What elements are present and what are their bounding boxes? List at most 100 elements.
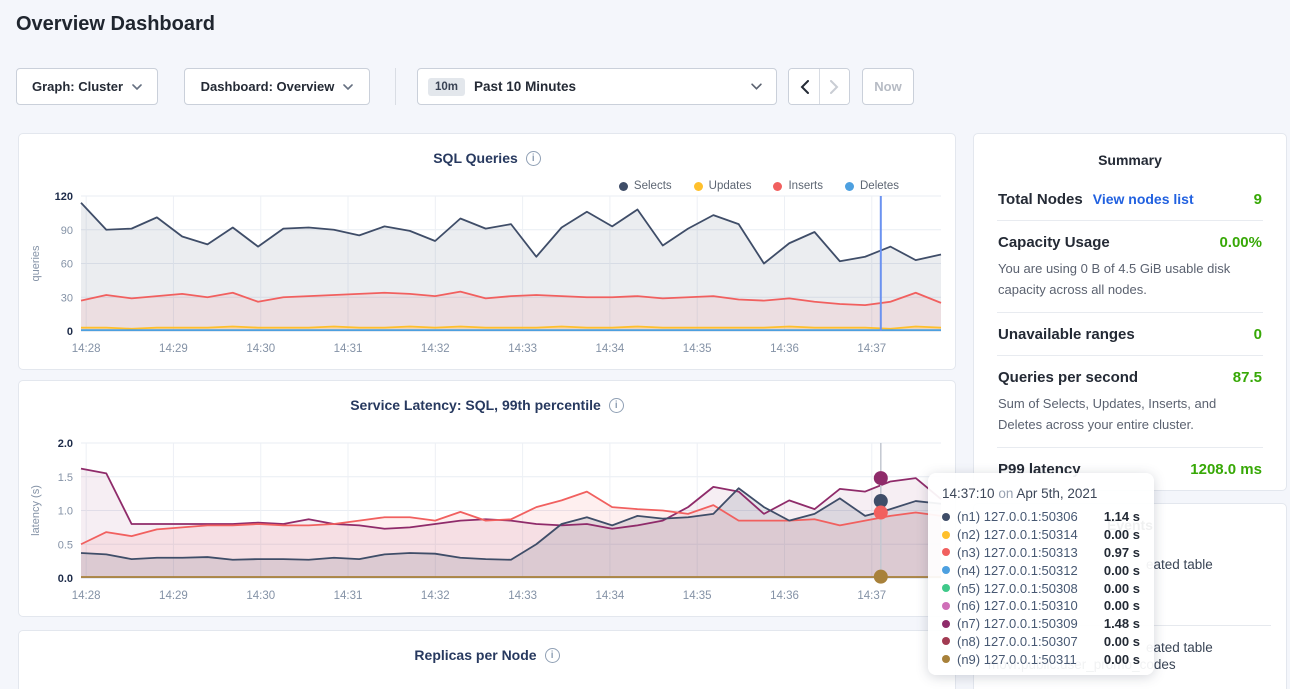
tooltip-node-value: 0.00 s [1104, 527, 1140, 542]
graph-dropdown[interactable]: Graph: Cluster [16, 68, 158, 105]
svg-text:0.5: 0.5 [58, 539, 73, 551]
chart-hover-tooltip: 14:37:10 on Apr 5th, 2021 (n1) 127.0.0.1… [928, 473, 1154, 675]
tooltip-row: (n5) 127.0.0.1:50308 0.00 s [942, 579, 1140, 597]
view-nodes-list-link[interactable]: View nodes list [1093, 191, 1194, 207]
tooltip-node-label: (n4) 127.0.0.1:50312 [957, 563, 1097, 578]
chart-title: Service Latency: SQL, 99th percentile i [19, 397, 955, 413]
svg-text:14:35: 14:35 [683, 590, 712, 602]
tooltip-row: (n1) 127.0.0.1:50306 1.14 s [942, 508, 1140, 526]
time-range-label: Past 10 Minutes [474, 79, 576, 94]
svg-text:1.0: 1.0 [58, 506, 73, 518]
tooltip-time: 14:37:10 [942, 486, 995, 501]
service-latency-card: Service Latency: SQL, 99th percentile i … [18, 380, 956, 617]
svg-text:14:36: 14:36 [770, 343, 799, 355]
tooltip-node-label: (n1) 127.0.0.1:50306 [957, 509, 1097, 524]
controls-divider [395, 68, 396, 105]
node-color-dot [942, 637, 950, 645]
unavailable-ranges-label: Unavailable ranges [998, 326, 1135, 343]
chart-title: Replicas per Node i [19, 647, 955, 663]
svg-text:14:28: 14:28 [72, 590, 101, 602]
tooltip-node-value: 0.00 s [1104, 581, 1140, 596]
node-color-dot [942, 584, 950, 592]
node-color-dot [942, 620, 950, 628]
node-color-dot [942, 566, 950, 574]
svg-text:14:32: 14:32 [421, 590, 450, 602]
summary-row-qps: Queries per second 87.5 Sum of Selects, … [974, 356, 1286, 447]
p99-latency-value: 1208.0 ms [1190, 461, 1262, 478]
chevron-down-icon [343, 84, 353, 90]
tooltip-node-label: (n8) 127.0.0.1:50307 [957, 634, 1097, 649]
tooltip-date: Apr 5th, 2021 [1016, 486, 1097, 501]
svg-text:0: 0 [67, 326, 73, 338]
chevron-right-icon [830, 80, 839, 94]
tooltip-node-value: 0.00 s [1104, 652, 1140, 667]
summary-panel: Summary Total Nodes View nodes list 9 Ca… [973, 133, 1287, 491]
svg-text:30: 30 [61, 292, 73, 304]
node-color-dot [942, 548, 950, 556]
svg-text:2.0: 2.0 [58, 438, 73, 450]
sql-queries-chart[interactable]: 030609012014:2814:2914:3014:3114:3214:33… [27, 186, 949, 364]
node-color-dot [942, 602, 950, 610]
prev-button[interactable] [789, 69, 819, 104]
svg-text:0.0: 0.0 [58, 573, 73, 585]
tooltip-row: (n3) 127.0.0.1:50313 0.97 s [942, 544, 1140, 562]
tooltip-row: (n6) 127.0.0.1:503100.00 s [942, 597, 1140, 615]
chevron-down-icon [132, 84, 142, 90]
svg-text:14:29: 14:29 [159, 343, 188, 355]
tooltip-row: (n8) 127.0.0.1:503070.00 s [942, 633, 1140, 651]
capacity-usage-description: You are using 0 B of 4.5 GiB usable disk… [998, 258, 1262, 300]
svg-text:14:28: 14:28 [72, 343, 101, 355]
total-nodes-value: 9 [1254, 191, 1262, 208]
capacity-usage-label: Capacity Usage [998, 234, 1110, 251]
chevron-down-icon [751, 83, 762, 90]
info-icon[interactable]: i [609, 398, 624, 413]
svg-text:14:31: 14:31 [334, 590, 363, 602]
summary-row-capacity: Capacity Usage 0.00% You are using 0 B o… [974, 221, 1286, 312]
svg-text:14:30: 14:30 [246, 590, 275, 602]
svg-text:14:33: 14:33 [508, 343, 537, 355]
tooltip-node-label: (n2) 127.0.0.1:50314 [957, 527, 1097, 542]
svg-text:14:37: 14:37 [857, 590, 886, 602]
tooltip-node-value: 0.97 s [1104, 545, 1140, 560]
svg-text:60: 60 [61, 259, 73, 271]
time-range-picker[interactable]: 10m Past 10 Minutes [417, 68, 777, 105]
now-button: Now [862, 68, 914, 105]
summary-row-total-nodes: Total Nodes View nodes list 9 [974, 178, 1286, 220]
chevron-left-icon [800, 80, 809, 94]
tooltip-node-label: (n7) 127.0.0.1:50309 [957, 616, 1097, 631]
tooltip-row: (n9) 127.0.0.1:503110.00 s [942, 650, 1140, 668]
svg-text:14:29: 14:29 [159, 590, 188, 602]
tooltip-row: (n2) 127.0.0.1:50314 0.00 s [942, 526, 1140, 544]
queries-per-second-description: Sum of Selects, Updates, Inserts, and De… [998, 393, 1262, 435]
tooltip-node-value: 0.00 s [1104, 563, 1140, 578]
event-fragment: eated table [1146, 640, 1213, 655]
svg-text:14:37: 14:37 [857, 343, 886, 355]
svg-text:14:34: 14:34 [596, 343, 625, 355]
dashboard-dropdown[interactable]: Dashboard: Overview [184, 68, 370, 105]
tooltip-row: (n7) 127.0.0.1:50309 1.48 s [942, 615, 1140, 633]
info-icon[interactable]: i [545, 648, 560, 663]
tooltip-on-word: on [998, 486, 1013, 501]
svg-text:14:30: 14:30 [246, 343, 275, 355]
dashboard-dropdown-label: Dashboard: Overview [201, 79, 335, 94]
svg-text:14:36: 14:36 [770, 590, 799, 602]
tooltip-timestamp: 14:37:10 on Apr 5th, 2021 [942, 486, 1140, 501]
summary-row-unavailable-ranges: Unavailable ranges 0 [974, 313, 1286, 355]
graph-dropdown-label: Graph: Cluster [32, 79, 123, 94]
service-latency-chart[interactable]: 0.00.51.01.52.014:2814:2914:3014:3114:32… [27, 433, 949, 611]
svg-text:14:32: 14:32 [421, 343, 450, 355]
unavailable-ranges-value: 0 [1254, 326, 1262, 343]
node-color-dot [942, 513, 950, 521]
tooltip-node-label: (n5) 127.0.0.1:50308 [957, 581, 1097, 596]
event-fragment: eated table [1146, 557, 1213, 572]
info-icon[interactable]: i [526, 151, 541, 166]
tooltip-node-value: 1.14 s [1104, 509, 1140, 524]
tooltip-node-value: 1.48 s [1104, 616, 1140, 631]
service-latency-title: Service Latency: SQL, 99th percentile [350, 397, 601, 413]
svg-text:14:33: 14:33 [508, 590, 537, 602]
svg-text:90: 90 [61, 225, 73, 237]
tooltip-rows: (n1) 127.0.0.1:50306 1.14 s (n2) 127.0.0.1… [942, 508, 1140, 668]
tooltip-node-label: (n3) 127.0.0.1:50313 [957, 545, 1097, 560]
node-color-dot [942, 655, 950, 663]
sql-queries-title: SQL Queries [433, 150, 518, 166]
